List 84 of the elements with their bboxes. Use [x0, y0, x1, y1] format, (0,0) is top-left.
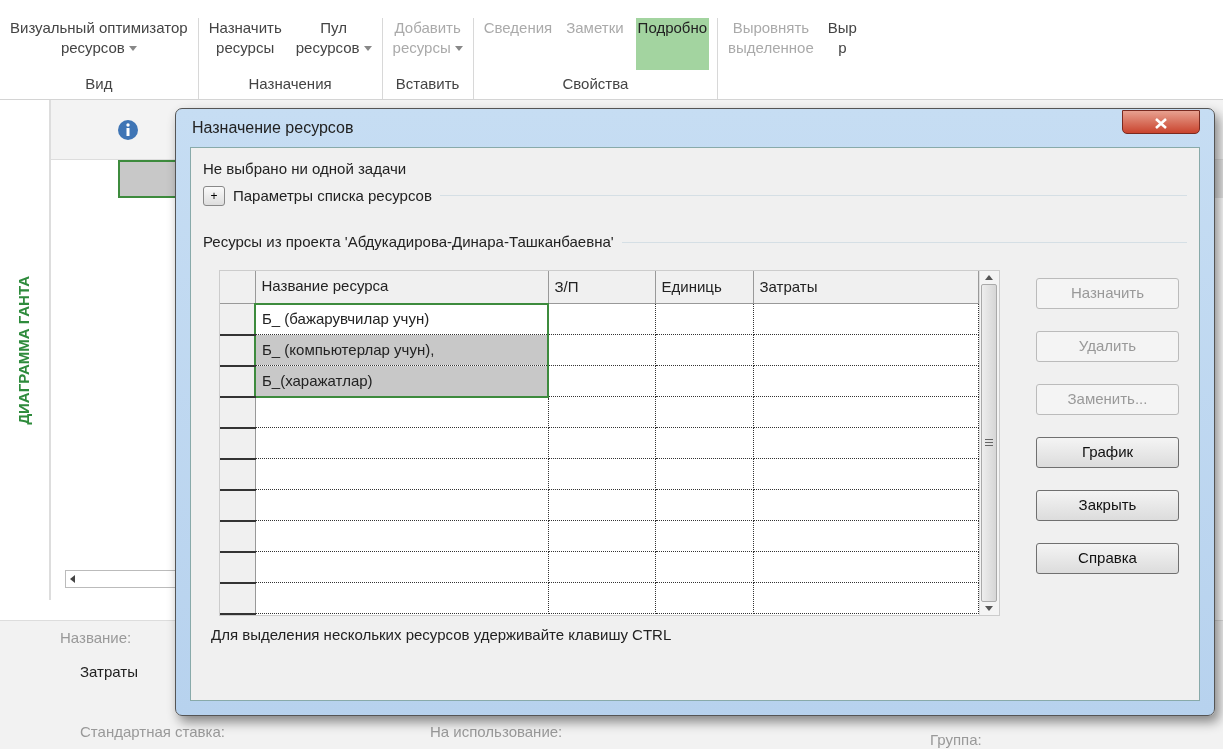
row-header[interactable]	[220, 427, 255, 459]
table-cell[interactable]: Б_(харажатлар)	[255, 365, 548, 397]
info-icon	[117, 118, 139, 141]
table-cell[interactable]	[548, 582, 655, 614]
table-cell[interactable]	[655, 365, 753, 397]
ribbon-group-label: Вид	[84, 73, 114, 94]
row-header-corner	[220, 270, 255, 304]
dialog-button[interactable]: Закрыть	[1036, 489, 1179, 521]
table-cell[interactable]	[548, 334, 655, 366]
table-cell[interactable]	[655, 334, 753, 366]
dialog-title: Назначение ресурсов	[192, 118, 354, 138]
table-cell[interactable]	[655, 520, 753, 552]
row-header[interactable]	[220, 582, 255, 614]
table-cell[interactable]	[655, 582, 753, 614]
ribbon-button[interactable]: Подробно	[635, 18, 710, 70]
scroll-up-icon[interactable]	[985, 274, 993, 280]
table-cell[interactable]	[255, 396, 548, 428]
group-title: Затраты	[80, 662, 138, 682]
ribbon-group-label: Свойства	[561, 73, 630, 94]
table-cell[interactable]	[548, 458, 655, 490]
column-header: Затраты	[753, 270, 978, 304]
expand-button[interactable]: +	[203, 185, 225, 206]
field-label: Группа:	[930, 730, 982, 749]
row-header[interactable]	[220, 458, 255, 490]
table-cell[interactable]	[753, 520, 978, 552]
close-button[interactable]	[1122, 110, 1200, 134]
table-cell[interactable]	[255, 582, 548, 614]
field-label: На использование:	[430, 722, 563, 742]
hint-text: Для выделения нескольких ресурсов удерживайте клавишу CTRL	[211, 624, 673, 645]
table-cell[interactable]	[655, 458, 753, 490]
ribbon-button[interactable]: Пул ресурсов	[293, 18, 374, 70]
table-cell[interactable]	[655, 551, 753, 583]
scroll-thumb[interactable]	[981, 283, 997, 602]
table-cell[interactable]	[655, 489, 753, 521]
field-label: Название:	[60, 628, 132, 648]
ribbon-group-label: Назначения	[247, 73, 333, 94]
row-header[interactable]	[220, 520, 255, 552]
table-cell[interactable]	[655, 396, 753, 428]
task-status: Не выбрано ни одной задачи	[203, 159, 408, 179]
table-cell[interactable]	[655, 303, 753, 335]
table-cell[interactable]	[548, 365, 655, 397]
view-bar-label: ДИАГРАММА ГАНТА	[14, 275, 34, 425]
table-cell[interactable]	[753, 427, 978, 459]
table-cell[interactable]	[548, 427, 655, 459]
vertical-scrollbar[interactable]	[978, 270, 999, 615]
table-cell[interactable]	[255, 520, 548, 552]
dialog-button[interactable]: График	[1036, 436, 1179, 468]
section-label[interactable]: Параметры списка ресурсов	[233, 184, 432, 207]
table-cell[interactable]	[753, 551, 978, 583]
dialog-button[interactable]: Справка	[1036, 542, 1179, 574]
table-cell[interactable]	[753, 365, 978, 397]
table-cell[interactable]	[548, 489, 655, 521]
table-cell[interactable]	[255, 427, 548, 459]
field-label: Стандартная ставка:	[80, 722, 225, 742]
table-cell[interactable]	[655, 427, 753, 459]
close-icon[interactable]	[1155, 117, 1167, 129]
column-header: Название ресурса	[255, 270, 548, 304]
row-header[interactable]	[220, 396, 255, 428]
row-header[interactable]	[220, 489, 255, 521]
table-cell[interactable]	[548, 551, 655, 583]
column-header: З/П	[548, 270, 655, 304]
scroll-down-icon[interactable]	[985, 605, 993, 611]
table-cell[interactable]	[753, 458, 978, 490]
table-cell[interactable]	[753, 489, 978, 521]
table-cell[interactable]	[753, 396, 978, 428]
table-cell[interactable]	[255, 551, 548, 583]
table-cell[interactable]	[753, 334, 978, 366]
table-cell[interactable]	[548, 303, 655, 335]
section-label: Ресурсы из проекта 'Абдукадирова-Динара-Ташканбаевна'	[203, 232, 614, 252]
ribbon-button[interactable]: Визуальный оптимизатор ресурсов	[8, 18, 190, 70]
grid-cell[interactable]	[118, 160, 178, 198]
column-header: Единиць	[655, 270, 753, 304]
ribbon-button[interactable]: Выр р	[825, 18, 859, 70]
scroll-left-icon[interactable]	[70, 575, 75, 583]
table-cell[interactable]	[753, 582, 978, 614]
table-cell[interactable]	[255, 458, 548, 490]
row-header[interactable]	[220, 551, 255, 583]
table-cell[interactable]: Б_ (компьютерлар учун),	[255, 334, 548, 366]
table-cell[interactable]	[548, 520, 655, 552]
table-cell[interactable]	[753, 303, 978, 335]
table-cell[interactable]	[548, 396, 655, 428]
ribbon-button[interactable]: Назначить ресурсы	[206, 18, 284, 70]
ribbon-group-label: Вставить	[394, 73, 461, 94]
table-cell[interactable]	[255, 489, 548, 521]
